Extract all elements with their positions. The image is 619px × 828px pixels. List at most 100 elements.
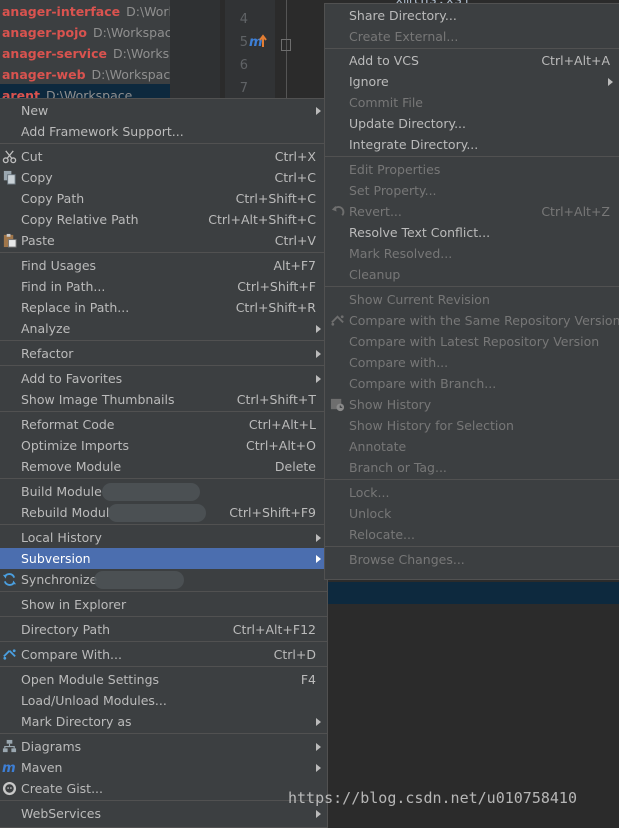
svn-item-show-current-revision[interactable]: Show Current Revision bbox=[325, 289, 619, 310]
menu-item-label: New bbox=[21, 103, 49, 118]
svn-item-show-history-selection[interactable]: Show History for Selection bbox=[325, 415, 619, 436]
menu-item-remove-module[interactable]: Remove Module Delete bbox=[0, 456, 327, 477]
svn-item-compare-with[interactable]: Compare with... bbox=[325, 352, 619, 373]
svg-text:m: m bbox=[2, 761, 16, 775]
menu-item-label: Optimize Imports bbox=[21, 438, 130, 453]
menu-item-label: Lock... bbox=[349, 485, 390, 500]
svn-item-relocate[interactable]: Relocate... bbox=[325, 524, 619, 545]
menu-item-maven[interactable]: m Maven bbox=[0, 757, 327, 778]
menu-item-replace-in-path[interactable]: Replace in Path... Ctrl+Shift+R bbox=[0, 297, 327, 318]
menu-item-add-to-favorites[interactable]: Add to Favorites bbox=[0, 368, 327, 389]
submenu-arrow-icon bbox=[316, 810, 321, 818]
menu-item-label: Resolve Text Conflict... bbox=[349, 225, 491, 240]
fold-marker-icon[interactable] bbox=[281, 39, 291, 51]
menu-item-label: Add Framework Support... bbox=[21, 124, 184, 139]
svn-item-revert[interactable]: Revert... Ctrl+Alt+Z bbox=[325, 201, 619, 222]
menu-item-find-usages[interactable]: Find Usages Alt+F7 bbox=[0, 255, 327, 276]
svn-item-compare-same-repo-version[interactable]: Compare with the Same Repository Version bbox=[325, 310, 619, 331]
menu-item-mark-directory-as[interactable]: Mark Directory as bbox=[0, 711, 327, 732]
menu-item-copy-relative-path[interactable]: Copy Relative Path Ctrl+Alt+Shift+C bbox=[0, 209, 327, 230]
menu-item-directory-path[interactable]: Directory Path Ctrl+Alt+F12 bbox=[0, 619, 327, 640]
menu-item-show-image-thumbnails[interactable]: Show Image Thumbnails Ctrl+Shift+T bbox=[0, 389, 327, 410]
maven-gutter-icon[interactable]: m bbox=[249, 33, 267, 49]
menu-item-label: Browse Changes... bbox=[349, 552, 465, 567]
menu-item-label: Show History for Selection bbox=[349, 418, 514, 433]
menu-item-subversion[interactable]: Subversion bbox=[0, 548, 327, 569]
svn-item-integrate-directory[interactable]: Integrate Directory... bbox=[325, 134, 619, 155]
svn-item-share-directory[interactable]: Share Directory... bbox=[325, 5, 619, 26]
svn-item-show-history[interactable]: Show History bbox=[325, 394, 619, 415]
svn-item-commit-file[interactable]: Commit File bbox=[325, 92, 619, 113]
project-tree[interactable]: anager-interfaceD:\Workspace anager-pojo… bbox=[0, 0, 220, 100]
menu-item-label: Add to Favorites bbox=[21, 371, 123, 386]
github-icon bbox=[2, 781, 17, 796]
menu-item-label: Copy Path bbox=[21, 191, 85, 206]
svn-item-create-external[interactable]: Create External... bbox=[325, 26, 619, 47]
svn-item-ignore[interactable]: Ignore bbox=[325, 71, 619, 92]
project-context-menu: New Add Framework Support... Cut Ctrl+X C… bbox=[0, 98, 328, 828]
shortcut-label: Ctrl+Alt+L bbox=[248, 417, 316, 432]
menu-item-label: Share Directory... bbox=[349, 8, 457, 23]
menu-item-paste[interactable]: Paste Ctrl+V bbox=[0, 230, 327, 251]
submenu-arrow-icon bbox=[316, 350, 321, 358]
submenu-arrow-icon bbox=[316, 325, 321, 333]
editor-area[interactable] bbox=[293, 0, 327, 100]
svn-item-lock[interactable]: Lock... bbox=[325, 482, 619, 503]
redacted-text bbox=[108, 504, 206, 522]
menu-item-add-framework-support[interactable]: Add Framework Support... bbox=[0, 121, 327, 142]
menu-separator bbox=[0, 478, 327, 479]
menu-item-diagrams[interactable]: Diagrams bbox=[0, 736, 327, 757]
menu-item-label: Maven bbox=[21, 760, 63, 775]
menu-item-find-in-path[interactable]: Find in Path... Ctrl+Shift+F bbox=[0, 276, 327, 297]
tree-item-module[interactable]: anager-pojo D:\Workspace bbox=[0, 22, 179, 43]
svn-item-cleanup[interactable]: Cleanup bbox=[325, 264, 619, 285]
menu-item-create-gist[interactable]: Create Gist... bbox=[0, 778, 327, 799]
svn-item-branch-or-tag[interactable]: Branch or Tag... bbox=[325, 457, 619, 478]
menu-item-cut[interactable]: Cut Ctrl+X bbox=[0, 146, 327, 167]
submenu-arrow-icon bbox=[316, 764, 321, 772]
submenu-arrow-icon bbox=[608, 78, 613, 86]
menu-item-webservices[interactable]: WebServices bbox=[0, 803, 327, 824]
svn-item-annotate[interactable]: Annotate bbox=[325, 436, 619, 457]
menu-item-local-history[interactable]: Local History bbox=[0, 527, 327, 548]
menu-item-open-module-settings[interactable]: Open Module Settings F4 bbox=[0, 669, 327, 690]
menu-separator bbox=[0, 252, 327, 253]
menu-item-label: Directory Path bbox=[21, 622, 111, 637]
menu-item-label: Cut bbox=[21, 149, 43, 164]
watermark-text: https://blog.csdn.net/u010758410 bbox=[288, 789, 577, 807]
menu-item-copy[interactable]: Copy Ctrl+C bbox=[0, 167, 327, 188]
menu-item-label: Load/Unload Modules... bbox=[21, 693, 167, 708]
svn-item-compare-latest-repo-version[interactable]: Compare with Latest Repository Version bbox=[325, 331, 619, 352]
menu-separator bbox=[0, 411, 327, 412]
svn-item-add-to-vcs[interactable]: Add to VCS Ctrl+Alt+A bbox=[325, 50, 619, 71]
svn-item-update-directory[interactable]: Update Directory... bbox=[325, 113, 619, 134]
menu-item-copy-path[interactable]: Copy Path Ctrl+Shift+C bbox=[0, 188, 327, 209]
svn-item-set-property[interactable]: Set Property... bbox=[325, 180, 619, 201]
svn-item-browse-changes[interactable]: Browse Changes... bbox=[325, 549, 619, 570]
shortcut-label: Ctrl+Shift+R bbox=[235, 300, 316, 315]
menu-item-reformat-code[interactable]: Reformat Code Ctrl+Alt+L bbox=[0, 414, 327, 435]
menu-item-label: Show History bbox=[349, 397, 432, 412]
svn-item-unlock[interactable]: Unlock bbox=[325, 503, 619, 524]
menu-item-refactor[interactable]: Refactor bbox=[0, 343, 327, 364]
menu-item-new[interactable]: New bbox=[0, 100, 327, 121]
menu-item-compare-with[interactable]: Compare With... Ctrl+D bbox=[0, 644, 327, 665]
menu-separator bbox=[0, 524, 327, 525]
paste-icon bbox=[3, 233, 17, 248]
menu-item-load-unload-modules[interactable]: Load/Unload Modules... bbox=[0, 690, 327, 711]
menu-item-analyze[interactable]: Analyze bbox=[0, 318, 327, 339]
line-number: 4 bbox=[239, 12, 248, 27]
svn-item-resolve-text-conflict[interactable]: Resolve Text Conflict... bbox=[325, 222, 619, 243]
menu-item-label: Edit Properties bbox=[349, 162, 441, 177]
menu-item-label: Find in Path... bbox=[21, 279, 106, 294]
diagram-icon bbox=[2, 739, 17, 753]
submenu-arrow-icon bbox=[316, 718, 321, 726]
svn-item-compare-with-branch[interactable]: Compare with Branch... bbox=[325, 373, 619, 394]
tree-item-module[interactable]: anager-web D:\Workspace bbox=[0, 64, 178, 85]
menu-item-show-in-explorer[interactable]: Show in Explorer bbox=[0, 594, 327, 615]
menu-separator bbox=[325, 48, 619, 49]
svn-item-mark-resolved[interactable]: Mark Resolved... bbox=[325, 243, 619, 264]
svn-item-edit-properties[interactable]: Edit Properties bbox=[325, 159, 619, 180]
menu-separator bbox=[0, 340, 327, 341]
menu-item-optimize-imports[interactable]: Optimize Imports Ctrl+Alt+O bbox=[0, 435, 327, 456]
